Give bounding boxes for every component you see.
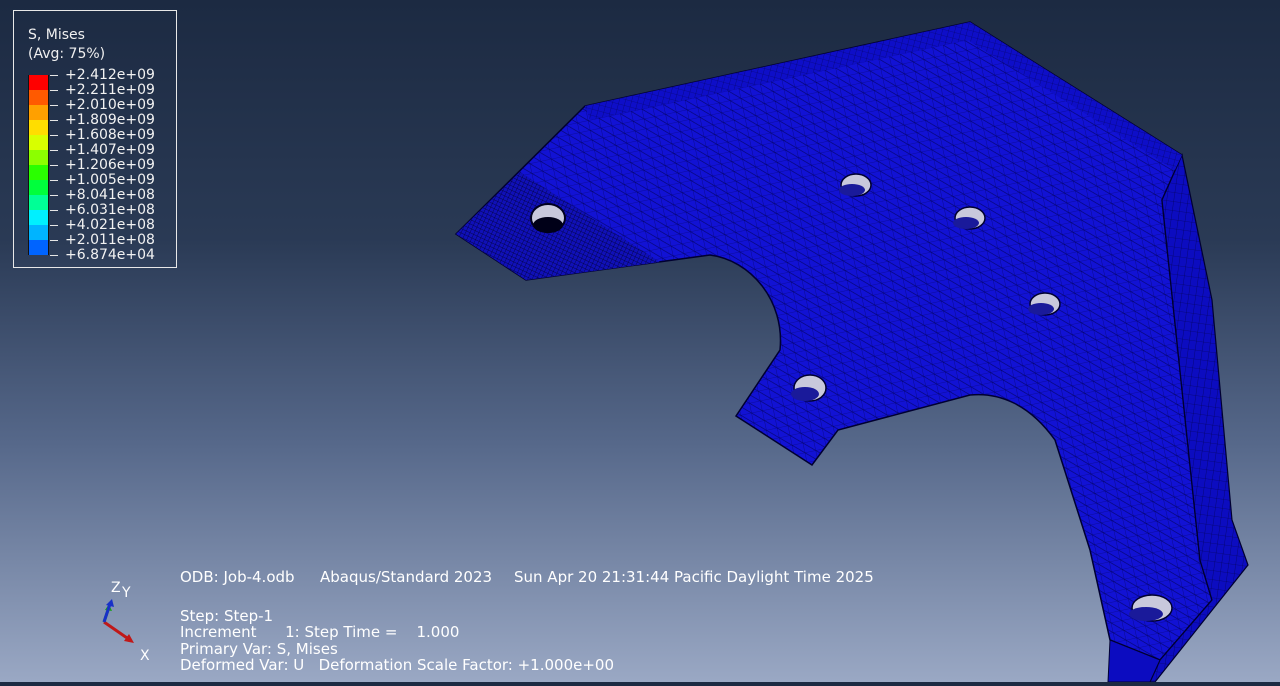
legend-swatch — [28, 120, 49, 135]
legend-value: +1.206e+09 — [65, 157, 155, 173]
solver-label: Abaqus/Standard 2023 — [320, 568, 493, 586]
legend-swatch — [28, 105, 49, 120]
x-axis-label: X — [140, 648, 150, 664]
legend-swatch — [28, 240, 49, 255]
legend-value: +1.608e+09 — [65, 127, 155, 143]
legend-variable: S, Mises — [28, 27, 85, 43]
step-label: Step: Step-1 — [180, 607, 274, 625]
y-axis-label: Y — [122, 585, 131, 601]
legend-tick — [50, 135, 58, 136]
legend-swatch — [28, 225, 49, 240]
contour-legend: S, Mises (Avg: 75%) +2.412e+09 +2.211e+09… — [13, 10, 177, 268]
legend-swatch — [28, 165, 49, 180]
legend-value: +2.010e+09 — [65, 97, 155, 113]
increment-label: Increment 1: Step Time = 1.000 — [180, 623, 460, 641]
legend-value: +6.874e+04 — [65, 247, 155, 263]
legend-tick — [50, 240, 58, 241]
timestamp-label: Sun Apr 20 21:31:44 Pacific Daylight Tim… — [514, 568, 874, 586]
x-axis-arrow — [103, 620, 131, 642]
view-triad: Z Y X — [90, 580, 165, 665]
primary-var-label: Primary Var: S, Mises — [180, 640, 338, 658]
legend-swatch — [28, 150, 49, 165]
legend-tick — [50, 180, 58, 181]
legend-averaging: (Avg: 75%) — [28, 46, 106, 62]
legend-swatch — [28, 90, 49, 105]
legend-value: +1.809e+09 — [65, 112, 155, 128]
deformed-var-label: Deformed Var: U Deformation Scale Factor… — [180, 656, 615, 674]
legend-value: +4.021e+08 — [65, 217, 155, 233]
legend-tick — [50, 210, 58, 211]
legend-value: +1.005e+09 — [65, 172, 155, 188]
legend-swatch — [28, 75, 49, 90]
legend-tick — [50, 225, 58, 226]
legend-tick — [50, 150, 58, 151]
legend-value: +1.407e+09 — [65, 142, 155, 158]
odb-label: ODB: Job-4.odb — [180, 568, 295, 586]
legend-value: +2.412e+09 — [65, 67, 155, 83]
legend-swatch — [28, 135, 49, 150]
legend-tick — [50, 105, 58, 106]
legend-tick — [50, 90, 58, 91]
legend-tick — [50, 165, 58, 166]
legend-tick — [50, 195, 58, 196]
legend-value: +2.011e+08 — [65, 232, 155, 248]
z-axis-arrow — [102, 603, 112, 623]
legend-tick — [50, 255, 58, 256]
legend-swatch — [28, 180, 49, 195]
legend-tick — [50, 120, 58, 121]
legend-tick — [50, 75, 58, 76]
legend-value: +2.211e+09 — [65, 82, 155, 98]
legend-swatch — [28, 210, 49, 225]
legend-swatch — [28, 195, 49, 210]
legend-value: +6.031e+08 — [65, 202, 155, 218]
z-axis-label: Z — [111, 580, 121, 596]
legend-value: +8.041e+08 — [65, 187, 155, 203]
